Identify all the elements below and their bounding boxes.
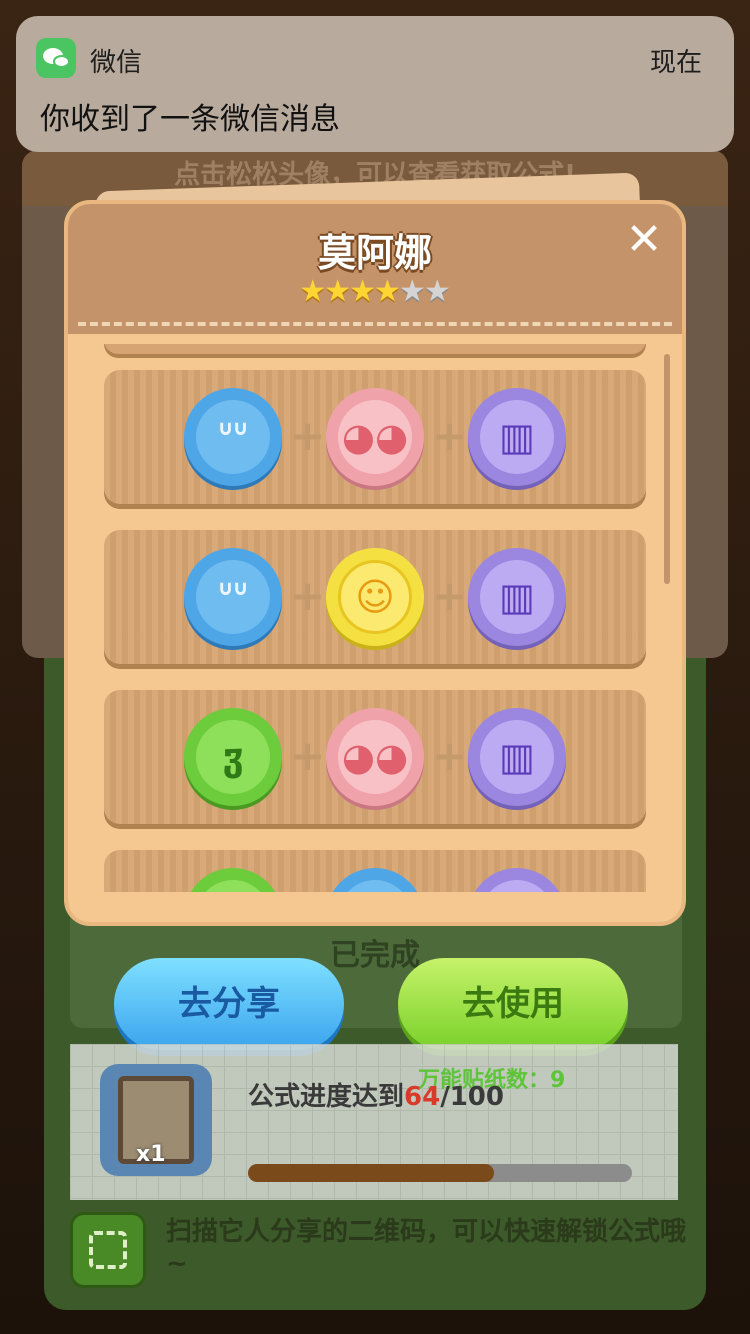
character-formula-popup: 莫阿娜 ★★★★★★ ✕ ᐡᐡ + ◕◕ + ▥ ᐡᐡ + ☺ + ▥ ჳ + bbox=[64, 200, 686, 926]
formula-item-icon[interactable]: x1 bbox=[100, 1064, 212, 1176]
plus-icon: + bbox=[290, 411, 326, 460]
use-button[interactable]: 去使用 bbox=[398, 958, 628, 1050]
badge-glyph: ▥ bbox=[499, 575, 535, 619]
scan-qr-icon[interactable] bbox=[70, 1212, 146, 1288]
badge-glyph: ჳ bbox=[222, 735, 244, 779]
popup-header: 莫阿娜 ★★★★★★ ✕ bbox=[68, 204, 682, 334]
blush-face-icon[interactable]: ◕◕ bbox=[326, 388, 424, 486]
progress-total: /100 bbox=[440, 1082, 504, 1112]
popup-title: 莫阿娜 bbox=[317, 231, 432, 275]
star-filled-icon: ★ bbox=[324, 274, 352, 309]
plus-icon: + bbox=[432, 731, 468, 780]
badge-glyph: ▥ bbox=[468, 868, 566, 892]
scan-text: 扫描它人分享的二维码，可以快速解锁公式哦~ bbox=[166, 1217, 687, 1279]
sleepy-eyes-icon[interactable]: ᐡᐡ bbox=[184, 388, 282, 486]
badge-glyph: ◕◕ bbox=[341, 415, 409, 459]
comb-icon[interactable]: ▥ bbox=[468, 708, 566, 806]
recipe-list[interactable]: ᐡᐡ + ◕◕ + ▥ ᐡᐡ + ☺ + ▥ ჳ + ◕◕ + ▥ ჳ + bbox=[68, 344, 682, 892]
recipe-row-peek bbox=[104, 344, 646, 354]
sleepy-eyes-icon[interactable]: ᐡᐡ bbox=[326, 868, 424, 892]
recipe-row[interactable]: ჳ + ◕◕ + ▥ bbox=[104, 690, 646, 824]
formula-item-qty: x1 bbox=[136, 1142, 166, 1167]
badge-glyph: ᐡᐡ bbox=[218, 575, 248, 619]
scan-frame bbox=[89, 1231, 127, 1269]
ear-icon[interactable]: ჳ bbox=[184, 708, 282, 806]
close-icon[interactable]: ✕ bbox=[622, 218, 666, 262]
badge-glyph: ▥ bbox=[499, 415, 535, 459]
scrollbar[interactable] bbox=[664, 354, 670, 584]
progress-label: 公式进度达到 bbox=[248, 1082, 405, 1112]
badge-glyph: ◕◕ bbox=[341, 735, 409, 779]
progress-bar bbox=[248, 1164, 632, 1182]
scan-row[interactable]: 扫描它人分享的二维码，可以快速解锁公式哦~ bbox=[70, 1208, 690, 1292]
comb-icon[interactable]: ▥ bbox=[468, 548, 566, 646]
notification-message: 你收到了一条微信消息 bbox=[40, 102, 340, 137]
scrollbar-thumb[interactable] bbox=[664, 354, 670, 584]
smile-face-icon[interactable]: ☺ bbox=[326, 548, 424, 646]
plus-icon: + bbox=[290, 571, 326, 620]
recipe-row[interactable]: ᐡᐡ + ☺ + ▥ bbox=[104, 530, 646, 664]
star-filled-icon: ★ bbox=[349, 274, 376, 309]
wechat-icon bbox=[36, 38, 76, 78]
star-empty-icon: ★ bbox=[398, 274, 426, 309]
star-rating: ★★★★★★ bbox=[68, 276, 682, 308]
progress-current: 64 bbox=[404, 1082, 441, 1112]
notification-app-name: 微信 bbox=[90, 48, 143, 78]
badge-glyph: ᐡᐡ bbox=[326, 868, 424, 892]
progress-fill bbox=[248, 1164, 494, 1182]
header-divider bbox=[78, 322, 672, 326]
sleepy-eyes-icon[interactable]: ᐡᐡ bbox=[184, 548, 282, 646]
badge-glyph: ᐡᐡ bbox=[218, 415, 248, 459]
sticker-count-value: 9 bbox=[550, 1068, 566, 1093]
done-label: 已完成 bbox=[330, 938, 420, 973]
plus-icon: + bbox=[432, 571, 468, 620]
wechat-notification[interactable]: 微信 现在 你收到了一条微信消息 bbox=[16, 16, 734, 152]
ear-icon[interactable]: ჳ bbox=[184, 868, 282, 892]
star-filled-icon: ★ bbox=[299, 274, 327, 309]
badge-glyph: ☺ bbox=[355, 575, 395, 619]
share-button[interactable]: 去分享 bbox=[114, 958, 344, 1050]
comb-icon[interactable]: ▥ bbox=[468, 868, 566, 892]
plus-icon: + bbox=[432, 411, 468, 460]
star-empty-icon: ★ bbox=[423, 274, 451, 309]
recipe-row[interactable]: ჳ + ᐡᐡ + ▥ bbox=[104, 850, 646, 892]
badge-glyph: ▥ bbox=[499, 735, 535, 779]
plus-icon: + bbox=[290, 731, 326, 780]
recipe-row[interactable]: ᐡᐡ + ◕◕ + ▥ bbox=[104, 370, 646, 504]
badge-glyph: ჳ bbox=[184, 868, 282, 892]
comb-icon[interactable]: ▥ bbox=[468, 388, 566, 486]
blush-face-icon[interactable]: ◕◕ bbox=[326, 708, 424, 806]
progress-text: 公式进度达到64/100 bbox=[248, 1076, 504, 1113]
notification-time: 现在 bbox=[649, 48, 702, 78]
star-filled-icon: ★ bbox=[374, 274, 401, 309]
